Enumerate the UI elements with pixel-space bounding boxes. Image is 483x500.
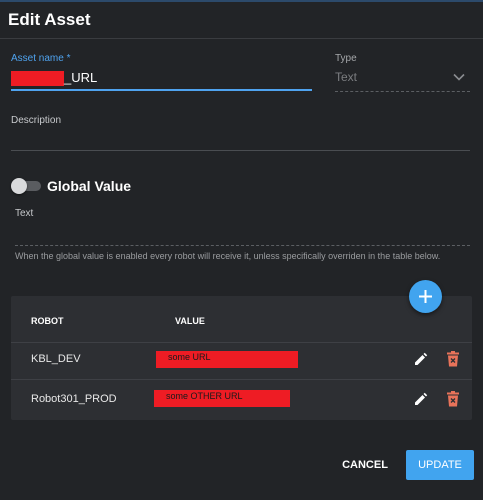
trash-icon[interactable] xyxy=(446,391,460,407)
update-button[interactable]: UPDATE xyxy=(406,450,474,480)
type-label: Type xyxy=(335,53,357,64)
header-value: VALUE xyxy=(175,316,205,326)
pencil-icon[interactable] xyxy=(413,352,428,367)
header-robot: ROBOT xyxy=(31,316,64,326)
asset-name-input[interactable]: _URL xyxy=(11,70,98,87)
value-cell: some OTHER URL xyxy=(154,390,290,407)
asset-name-underline xyxy=(11,89,312,91)
description-input[interactable] xyxy=(11,150,470,151)
plus-icon xyxy=(419,290,432,303)
pencil-icon[interactable] xyxy=(413,392,428,407)
dialog-title: Edit Asset xyxy=(8,10,91,29)
toggle-knob xyxy=(11,178,27,194)
robot-values-table: ROBOT VALUE KBL_DEV some URL Robot301_PR… xyxy=(11,296,472,420)
text-input[interactable] xyxy=(15,244,470,246)
global-value-hint: When the global value is enabled every r… xyxy=(15,251,441,261)
asset-name-value: _URL xyxy=(64,70,98,85)
robot-cell: Robot301_PROD xyxy=(31,393,117,405)
global-value-label: Global Value xyxy=(47,178,132,194)
window-top-accent xyxy=(0,0,483,2)
type-select[interactable]: Text xyxy=(335,70,357,84)
title-divider xyxy=(0,38,483,39)
text-label: Text xyxy=(15,208,34,219)
robot-cell: KBL_DEV xyxy=(31,353,81,365)
add-robot-value-button[interactable] xyxy=(409,280,442,313)
table-row-divider xyxy=(11,379,472,380)
global-value-toggle[interactable] xyxy=(11,178,41,194)
type-underline xyxy=(335,90,470,92)
description-label: Description xyxy=(11,115,62,126)
redaction-box xyxy=(11,71,64,87)
trash-icon[interactable] xyxy=(446,351,460,367)
table-header-divider xyxy=(11,342,472,343)
value-cell: some URL xyxy=(156,351,298,368)
cancel-button[interactable]: CANCEL xyxy=(334,452,396,478)
chevron-down-icon[interactable] xyxy=(452,70,466,84)
asset-name-label: Asset name * xyxy=(11,53,71,64)
